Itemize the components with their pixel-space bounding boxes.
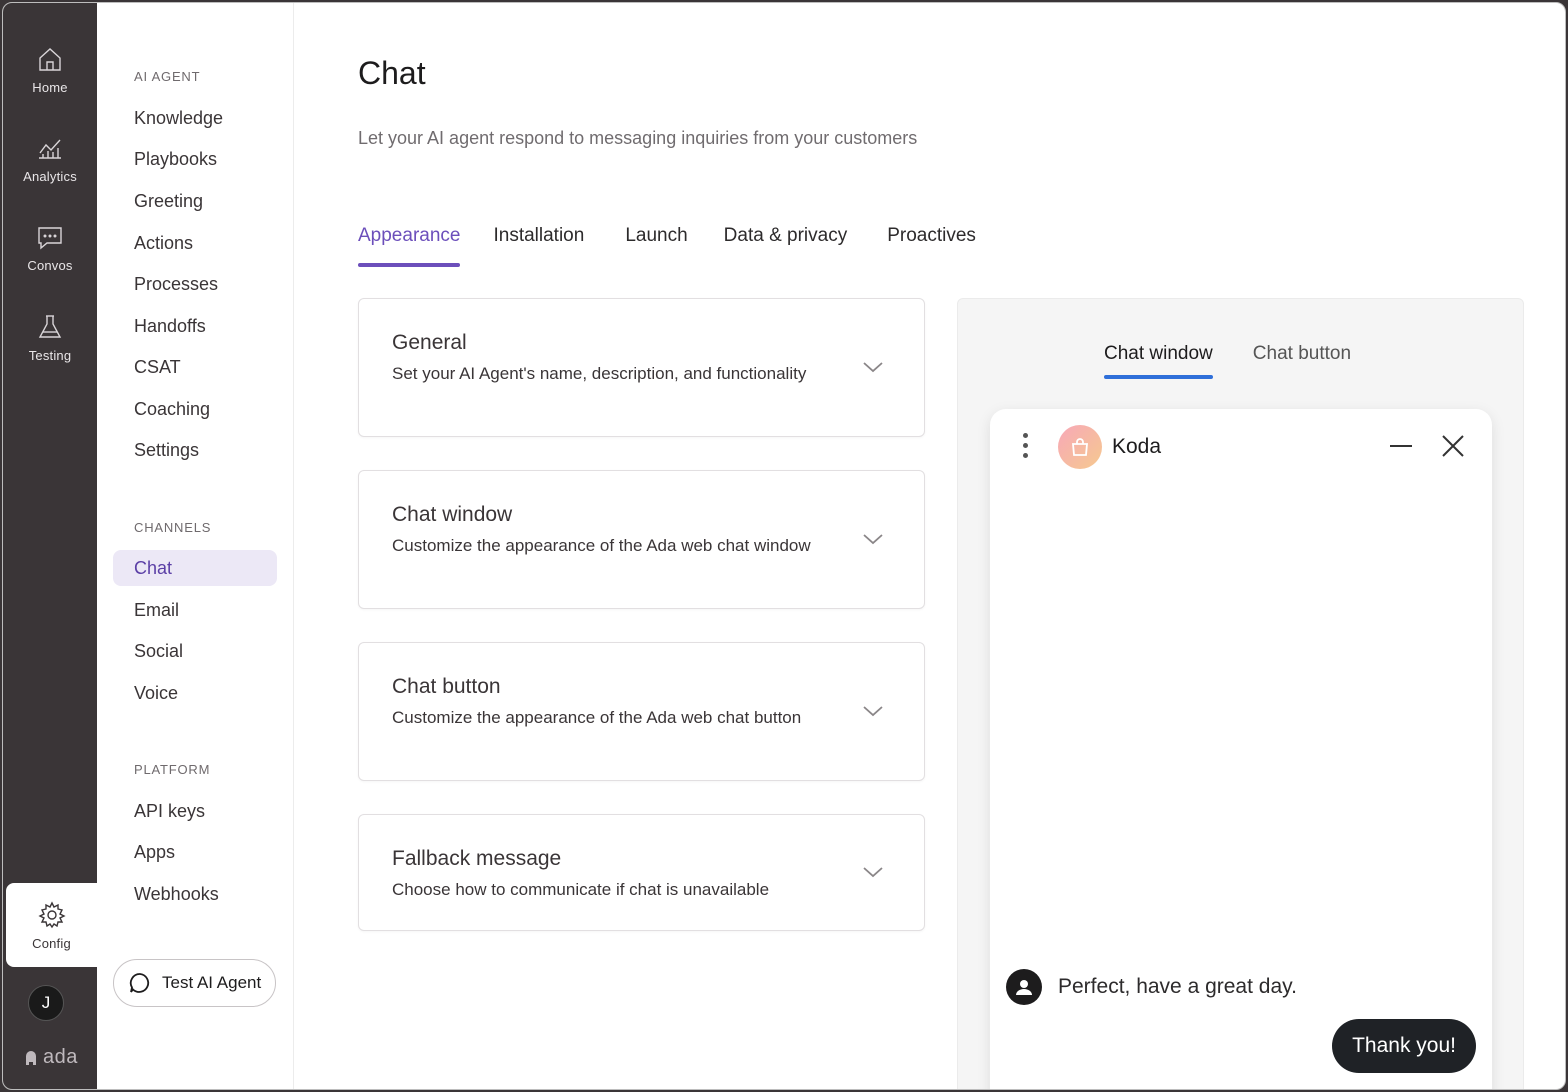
preview-tab-chat-window[interactable]: Chat window [1104,343,1213,379]
analytics-icon [39,139,61,159]
nav-item-apps[interactable]: Apps [113,834,277,870]
nav-heading-channels: CHANNELS [134,520,212,535]
ada-logo-icon [26,1050,36,1065]
preview-tab-chat-button[interactable]: Chat button [1253,343,1351,379]
page-title: Chat [358,55,426,91]
bot-message: Perfect, have a great day. [1006,969,1297,1005]
minimize-icon[interactable] [1386,431,1416,461]
home-icon [39,47,61,71]
rail-label: Config [32,935,71,951]
rail-item-config[interactable]: Config [6,883,97,967]
chat-bubble-icon [129,973,150,993]
card-description: Choose how to communicate if chat is una… [392,880,770,899]
brand-name: ada [43,1046,78,1068]
rail-label: Analytics [23,168,77,184]
card-title: Chat window [392,503,513,526]
nav-item-handoffs[interactable]: Handoffs [113,308,277,344]
test-ai-agent-button[interactable]: Test AI Agent [113,959,276,1007]
test-ai-agent-label: Test AI Agent [162,973,262,992]
chat-window-preview: Koda Perfect, have a great day. Thank yo… [990,409,1492,1089]
bot-message-text: Perfect, have a great day. [1058,975,1297,998]
tab-proactives[interactable]: Proactives [887,225,976,267]
nav-item-social[interactable]: Social [113,633,277,669]
avatar[interactable]: J [28,985,64,1021]
tab-bar: Appearance Installation Launch Data & pr… [358,225,1009,267]
card-description: Customize the appearance of the Ada web … [392,708,802,727]
bot-avatar-icon [1006,969,1042,1005]
nav-item-api-keys[interactable]: API keys [113,793,277,829]
nav-item-processes[interactable]: Processes [113,266,277,302]
card-chat-button[interactable]: Chat button Customize the appearance of … [358,642,925,781]
chevron-down-icon [862,532,884,548]
nav-item-webhooks[interactable]: Webhooks [113,876,277,912]
icon-rail: Home Analytics Convos Testing Config J a… [3,3,97,1089]
rail-label: Testing [28,347,72,363]
nav-item-csat[interactable]: CSAT [113,349,277,385]
secondary-nav: AI AGENT Knowledge Playbooks Greeting Ac… [97,3,294,1089]
nav-item-settings[interactable]: Settings [113,432,277,468]
page-subtitle: Let your AI agent respond to messaging i… [358,128,918,148]
close-icon[interactable] [1438,431,1468,461]
rail-item-home[interactable]: Home [3,29,97,109]
nav-item-actions[interactable]: Actions [113,225,277,261]
card-fallback-message[interactable]: Fallback message Choose how to communica… [358,814,925,931]
tab-appearance[interactable]: Appearance [358,225,461,267]
chevron-down-icon [862,704,884,720]
shopping-bag-icon [1072,438,1088,456]
nav-item-voice[interactable]: Voice [113,675,277,711]
ada-logo: ada [23,1046,78,1069]
tab-data-privacy[interactable]: Data & privacy [724,225,848,267]
card-general[interactable]: General Set your AI Agent's name, descri… [358,298,925,437]
card-title: General [392,331,467,354]
chevron-down-icon [862,360,884,376]
nav-item-greeting[interactable]: Greeting [113,183,277,219]
nav-item-email[interactable]: Email [113,592,277,628]
bot-name: Koda [1112,435,1162,458]
app-window: Home Analytics Convos Testing Config J a… [2,2,1566,1090]
convos-icon [38,226,62,249]
bot-logo [1058,425,1102,469]
rail-item-convos[interactable]: Convos [3,207,97,287]
testing-icon [38,314,62,338]
rail-item-testing[interactable]: Testing [3,297,97,377]
nav-item-knowledge[interactable]: Knowledge [113,100,277,136]
card-chat-window[interactable]: Chat window Customize the appearance of … [358,470,925,609]
nav-item-chat[interactable]: Chat [113,550,277,586]
user-message: Thank you! [1332,1019,1476,1073]
card-description: Set your AI Agent's name, description, a… [392,364,807,383]
tab-launch[interactable]: Launch [625,225,687,267]
tab-installation[interactable]: Installation [493,225,584,267]
rail-label: Home [32,79,68,95]
card-description: Customize the appearance of the Ada web … [392,536,811,555]
nav-heading-platform: PLATFORM [134,762,211,777]
nav-item-coaching[interactable]: Coaching [113,391,277,427]
nav-item-playbooks[interactable]: Playbooks [113,141,277,177]
rail-item-analytics[interactable]: Analytics [3,118,97,198]
card-title: Chat button [392,675,501,698]
preview-tab-bar: Chat window Chat button [1104,343,1351,379]
preview-panel: Chat window Chat button Koda Perfect, ha… [957,298,1524,1089]
nav-heading-ai-agent: AI AGENT [134,69,201,84]
config-icon [37,900,66,928]
card-title: Fallback message [392,847,562,870]
main-content: Chat Let your AI agent respond to messag… [295,3,1565,1089]
rail-label: Convos [27,257,73,273]
chevron-down-icon [862,865,884,881]
more-vertical-icon[interactable] [1018,433,1032,463]
